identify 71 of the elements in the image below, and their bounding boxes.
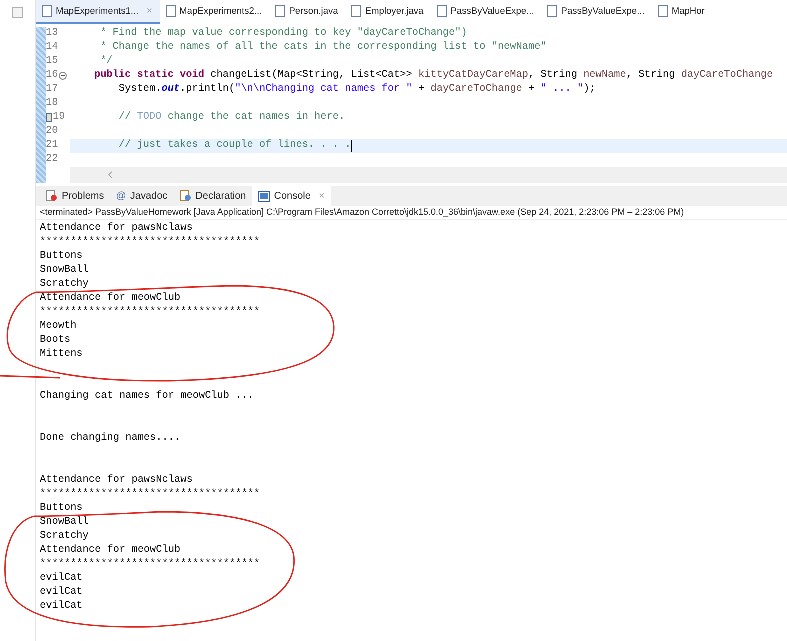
- console-output-line: evilCat: [40, 587, 83, 598]
- code-line: System.out.println("\n\nChanging cat names for " + dayCareToChange + " ... ");: [118, 83, 596, 97]
- console-output-line: ************************************: [40, 559, 260, 570]
- line-number: 14: [46, 41, 58, 55]
- view-tab[interactable]: Declaration: [174, 186, 252, 206]
- console-status: <terminated> PassByValueHomework [Java Application] C:\Program Files\Amazon Corretto\jdk15.0.0_36\bin\javaw.exe (Sep 24, 2021, 2:23:06 PM – 2:23:06 PM): [36, 206, 787, 220]
- code-line: // TODO change the cat names in here.: [118, 111, 346, 125]
- java-file-icon: [658, 5, 668, 17]
- editor-tab[interactable]: MapExperiments1... ×: [36, 0, 160, 24]
- view-tab[interactable]: Console ×: [252, 186, 331, 206]
- java-file-icon: [166, 5, 176, 17]
- console-output-line: Mittens: [40, 349, 83, 360]
- console-output-line: Attendance for pawsNclaws: [40, 475, 193, 486]
- console-output-line: Changing cat names for meowClub ...: [40, 391, 254, 402]
- horizontal-scrollbar[interactable]: [70, 167, 787, 183]
- line-number: 19: [53, 111, 66, 125]
- view-tab[interactable]: Problems: [40, 186, 110, 206]
- console-output-line: Buttons: [40, 251, 83, 262]
- console-output-line: ************************************: [40, 307, 260, 318]
- console-output-line: evilCat: [40, 601, 83, 612]
- tab-label: PassByValueExpe...: [450, 6, 534, 16]
- line-number: 15: [46, 55, 58, 69]
- java-file-icon: [547, 5, 558, 17]
- java-file-icon: [275, 5, 286, 17]
- console-output-line: Boots: [40, 335, 71, 346]
- tab-label: Problems: [62, 190, 104, 202]
- code-line: * Find the map value corresponding to key "dayCareToChange"): [100, 27, 468, 41]
- line-number: 21: [46, 139, 58, 153]
- line-number: 17: [46, 83, 58, 97]
- java-file-icon: [351, 5, 362, 17]
- line-number: 16: [46, 69, 58, 83]
- tab-label: Person.java: [289, 6, 338, 16]
- code-line: // just takes a couple of lines. . . .: [118, 139, 352, 153]
- console-output-line: Scratchy: [40, 279, 89, 290]
- tab-label: Javadoc: [130, 190, 168, 202]
- view-tab[interactable]: @ Javadoc: [110, 186, 174, 206]
- line-number: 20: [46, 125, 58, 139]
- console-output-line: ************************************: [40, 237, 260, 248]
- code-line: * Change the names of all the cats in the corresponding list to "newName": [100, 41, 547, 55]
- at-sign-icon: @: [116, 190, 126, 202]
- code-line: */: [100, 55, 113, 69]
- java-file-icon: [436, 5, 447, 17]
- tab-label: Employer.java: [365, 6, 424, 16]
- code-line: public static void changeList(Map<String, List<Cat>> kittyCatDayCareMap, String newName, String dayCareToChange: [93, 69, 774, 83]
- tab-label: MapHor: [672, 6, 705, 16]
- console-output-line: SnowBall: [40, 517, 89, 528]
- tab-label: MapExperiments2...: [180, 6, 262, 16]
- declaration-icon: [180, 190, 192, 202]
- tab-label: Console: [274, 190, 311, 202]
- console-output-line: Done changing names....: [40, 433, 181, 444]
- console-output-line: SnowBall: [40, 265, 89, 276]
- console-output-line: Scratchy: [40, 531, 89, 542]
- console-output-line: Attendance for pawsNclaws: [40, 223, 193, 234]
- java-file-icon: [42, 5, 52, 17]
- problems-icon: [46, 190, 58, 202]
- tab-label: MapExperiments1...: [56, 6, 139, 16]
- line-number: 22: [46, 153, 58, 167]
- text-cursor: [351, 140, 352, 152]
- console-icon: [258, 190, 270, 202]
- collapse-icon[interactable]: [59, 72, 68, 80]
- console-output-line: Meowth: [40, 321, 77, 332]
- console-output-line: evilCat: [40, 573, 83, 584]
- console-output-line: Attendance for meowClub: [40, 545, 181, 556]
- tab-label: Declaration: [196, 190, 246, 202]
- console-output-line: Attendance for meowClub: [40, 293, 181, 304]
- minimize-box[interactable]: [12, 7, 23, 18]
- line-number: 18: [46, 97, 58, 111]
- tab-label: PassByValueExpe...: [561, 6, 645, 16]
- console-output-line: Buttons: [40, 503, 83, 514]
- line-number: 13: [46, 27, 58, 41]
- console-output-line: ************************************: [40, 489, 260, 500]
